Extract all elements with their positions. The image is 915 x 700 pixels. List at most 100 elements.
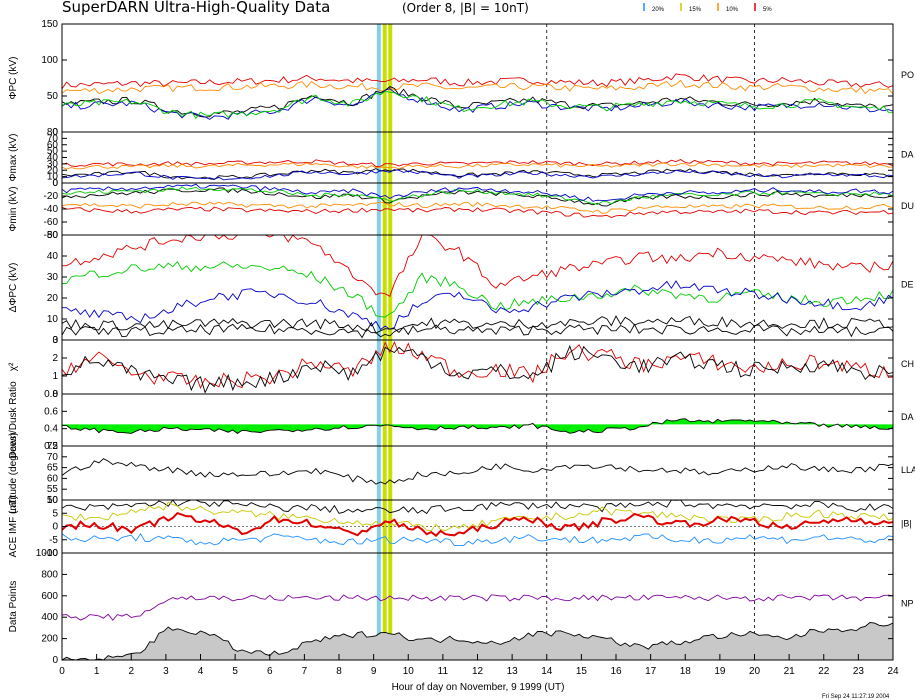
- ytick-label-1: -5: [49, 535, 58, 546]
- panel-plot-data-points: [62, 553, 893, 660]
- series-line-3: [62, 532, 893, 547]
- side-label-dawn-dusk: DA: [901, 412, 914, 422]
- series-line-0: [62, 340, 893, 390]
- ylabel-imf: ACE IMF (nT): [8, 496, 19, 558]
- panel-phi-pc: 050100150ΦPC (kV) PO: [8, 19, 914, 138]
- panel-plot-dawn-dusk: [62, 394, 893, 446]
- highlight-band-0: [376, 183, 381, 235]
- ylabel-delta-phi-pc: ΔΦPC (kV): [8, 263, 19, 313]
- panel-phi-max: 01020304050607080Φmax (kV) DA: [8, 127, 914, 189]
- ytick-label-1: 55: [47, 484, 59, 495]
- ylabel-chi-sq: χ²: [8, 362, 19, 371]
- series-line-4: [62, 91, 893, 120]
- ytick-label-3: 3: [52, 335, 58, 346]
- series-line-4: [62, 183, 893, 202]
- xtick-label-18: 18: [680, 666, 692, 677]
- xtick-label-19: 19: [714, 666, 726, 677]
- side-label-chi-sq: CH: [901, 359, 914, 369]
- xtick-label-7: 7: [302, 666, 308, 677]
- panel-frame: [61, 234, 894, 341]
- xtick-label-22: 22: [818, 666, 830, 677]
- ytick-label-1: 0.4: [44, 424, 58, 435]
- highlight-band-2: [388, 132, 393, 183]
- series-line-2: [62, 85, 893, 118]
- ytick-label-4: 70: [47, 452, 59, 463]
- ytick-label-3: 600: [41, 591, 58, 602]
- series-line-2: [62, 280, 893, 331]
- panel-plot-delta-phi-pc: [62, 235, 893, 340]
- panel-data-points: 0 200 400 600 800 1000 Data Points NP: [8, 548, 914, 666]
- series-line-3: [62, 169, 893, 181]
- panel-phi-min: -80-60-40-200Φmin (kV) DU: [8, 178, 914, 241]
- xtick-label-21: 21: [784, 666, 796, 677]
- series-line-1: [62, 260, 893, 318]
- xtick-label-14: 14: [541, 666, 553, 677]
- ytick-label-1: -60: [44, 217, 59, 228]
- series-fill-0: [62, 418, 893, 434]
- ytick-label-3: 5: [52, 508, 58, 519]
- panel-plot-phi-min: [62, 183, 893, 235]
- legend-label-0: 20%: [652, 7, 665, 13]
- ytick-label-5: 50: [47, 230, 59, 241]
- ytick-label-2: 60: [47, 473, 59, 484]
- series-line-2: [62, 511, 893, 538]
- xtick-label-1: 1: [94, 666, 100, 677]
- ytick-label-2: 0: [52, 522, 58, 533]
- legend-label-3: 5%: [763, 7, 772, 13]
- chart-title: SuperDARN Ultra-High-Quality Data: [62, 0, 330, 16]
- series-line-0: [62, 206, 893, 218]
- highlight-band-2: [388, 24, 393, 132]
- panel-chi-sq: 0123χ² CH: [8, 335, 914, 400]
- xtick-label-16: 16: [610, 666, 622, 677]
- highlight-band-1: [382, 446, 387, 500]
- highlight-band-1: [382, 235, 387, 340]
- ytick-label-0: 0: [52, 655, 58, 666]
- ylabel-phi-max: Φmax (kV): [8, 134, 19, 182]
- ylabel-phi-pc: ΦPC (kV): [8, 57, 19, 100]
- highlight-band-2: [388, 394, 393, 446]
- ytick-label-5: 1000: [36, 548, 59, 559]
- ytick-label-3: -20: [44, 191, 59, 202]
- xtick-label-15: 15: [576, 666, 588, 677]
- highlight-band-2: [388, 446, 393, 500]
- ytick-label-1: 200: [41, 634, 58, 645]
- ytick-label-3: 150: [41, 19, 58, 30]
- series-line-3: [62, 88, 893, 120]
- ytick-label-2: -40: [44, 204, 59, 215]
- xtick-label-20: 20: [749, 666, 761, 677]
- ytick-label-3: 30: [47, 272, 59, 283]
- series-line-0: [62, 73, 893, 90]
- panel-plot-phi-pc: [62, 24, 893, 132]
- panel-plot-chi-sq: [62, 340, 893, 394]
- panel-frame: [61, 339, 894, 395]
- ytick-label-2: 0.6: [44, 406, 58, 417]
- highlight-band-0: [376, 394, 381, 446]
- xtick-label-0: 0: [59, 666, 65, 677]
- side-label-phi-min: DU: [901, 201, 914, 211]
- ytick-label-2: 20: [47, 293, 59, 304]
- ytick-label-3: 0.8: [44, 389, 58, 400]
- xtick-label-24: 24: [887, 666, 899, 677]
- chart: SuperDARN Ultra-High-Quality Data (Order…: [8, 0, 915, 700]
- highlight-band-1: [382, 394, 387, 446]
- ytick-label-2: 400: [41, 612, 58, 623]
- xtick-label-4: 4: [198, 666, 204, 677]
- ytick-label-1: 10: [47, 314, 59, 325]
- panel-frame: [61, 23, 894, 133]
- panel-frame: [61, 131, 894, 184]
- side-label-phi-pc: PO: [901, 70, 914, 80]
- ytick-label-4: 40: [47, 251, 59, 262]
- panel-plot-latitude: [62, 446, 893, 500]
- xtick-label-6: 6: [267, 666, 273, 677]
- side-label-latitude: LLA: [901, 465, 915, 475]
- panel-plot-phi-max: [62, 132, 893, 183]
- panel-delta-phi-pc: 01020304050ΔΦPC (kV) DE: [8, 230, 914, 346]
- series-line-0: [62, 458, 893, 485]
- xtick-label-12: 12: [472, 666, 484, 677]
- legend: 20% 15% 10% 5%: [643, 3, 772, 13]
- series-line-1: [62, 594, 893, 621]
- panel-imf: -10-50510ACE IMF (nT) |B|: [8, 495, 912, 559]
- side-label-data-points: NP: [901, 599, 914, 609]
- xtick-label-8: 8: [336, 666, 342, 677]
- highlight-band-1: [382, 132, 387, 183]
